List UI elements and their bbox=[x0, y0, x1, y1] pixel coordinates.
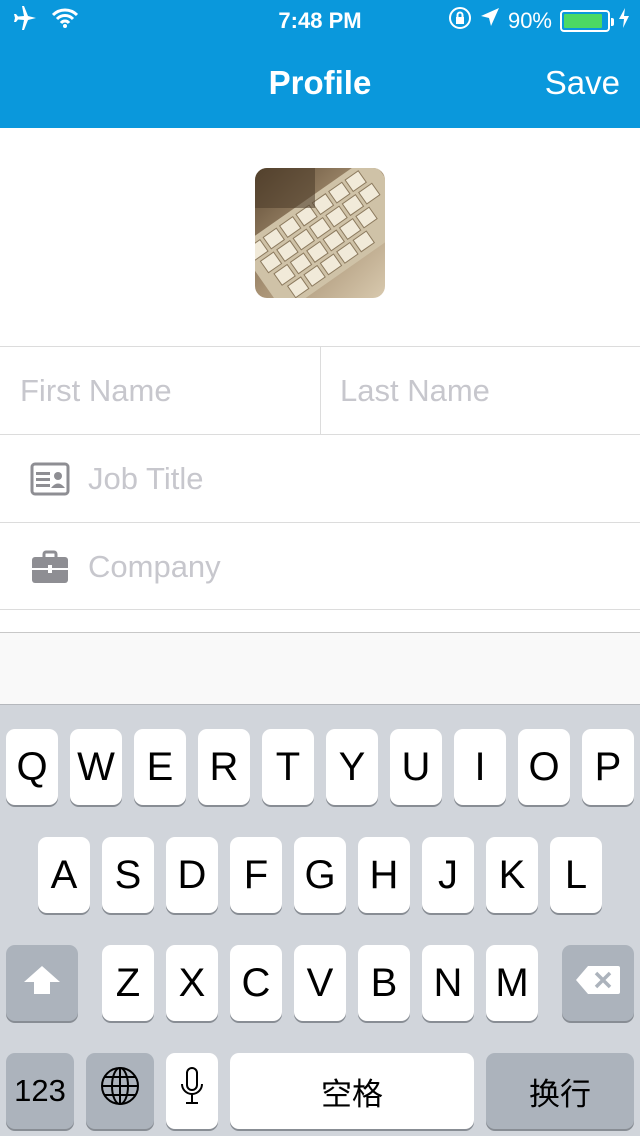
delete-key[interactable] bbox=[562, 945, 634, 1021]
name-row bbox=[0, 346, 640, 435]
keyboard: Q W E R T Y U I O P A S D F G H J K L Z … bbox=[0, 704, 640, 1136]
first-name-field[interactable] bbox=[20, 347, 310, 435]
last-name-field[interactable] bbox=[340, 347, 630, 435]
key-q[interactable]: Q bbox=[6, 729, 58, 805]
company-row bbox=[0, 522, 640, 611]
location-icon bbox=[480, 7, 500, 35]
shift-icon bbox=[22, 961, 62, 1006]
navigation-bar: 7:48 PM 90% Profile Save bbox=[0, 0, 640, 128]
key-f[interactable]: F bbox=[230, 837, 282, 913]
key-m[interactable]: M bbox=[486, 945, 538, 1021]
key-r[interactable]: R bbox=[198, 729, 250, 805]
id-card-icon bbox=[30, 461, 70, 497]
briefcase-icon bbox=[30, 549, 70, 585]
key-n[interactable]: N bbox=[422, 945, 474, 1021]
save-button[interactable]: Save bbox=[545, 64, 620, 102]
globe-icon bbox=[100, 1066, 140, 1116]
backspace-icon bbox=[574, 961, 622, 1006]
key-y[interactable]: Y bbox=[326, 729, 378, 805]
key-d[interactable]: D bbox=[166, 837, 218, 913]
return-key[interactable]: 换行 bbox=[486, 1053, 634, 1129]
numbers-key[interactable]: 123 bbox=[6, 1053, 74, 1129]
shift-key[interactable] bbox=[6, 945, 78, 1021]
company-field[interactable] bbox=[88, 523, 618, 611]
key-s[interactable]: S bbox=[102, 837, 154, 913]
microphone-icon bbox=[179, 1066, 205, 1116]
charging-icon bbox=[618, 7, 630, 35]
key-b[interactable]: B bbox=[358, 945, 410, 1021]
key-v[interactable]: V bbox=[294, 945, 346, 1021]
key-p[interactable]: P bbox=[582, 729, 634, 805]
form-footer bbox=[0, 632, 640, 704]
key-g[interactable]: G bbox=[294, 837, 346, 913]
battery-percent: 90% bbox=[507, 8, 552, 33]
key-a[interactable]: A bbox=[38, 837, 90, 913]
key-t[interactable]: T bbox=[262, 729, 314, 805]
job-title-field[interactable] bbox=[88, 435, 618, 523]
key-u[interactable]: U bbox=[390, 729, 442, 805]
divider bbox=[320, 347, 321, 435]
key-j[interactable]: J bbox=[422, 837, 474, 913]
key-h[interactable]: H bbox=[358, 837, 410, 913]
profile-photo[interactable] bbox=[255, 168, 385, 298]
key-i[interactable]: I bbox=[454, 729, 506, 805]
key-k[interactable]: K bbox=[486, 837, 538, 913]
key-l[interactable]: L bbox=[550, 837, 602, 913]
job-title-row bbox=[0, 434, 640, 523]
status-bar: 7:48 PM 90% bbox=[0, 0, 640, 40]
battery-icon bbox=[560, 10, 614, 32]
orientation-lock-icon bbox=[448, 6, 472, 36]
globe-key[interactable] bbox=[86, 1053, 154, 1129]
key-x[interactable]: X bbox=[166, 945, 218, 1021]
dictation-key[interactable] bbox=[166, 1053, 218, 1129]
key-z[interactable]: Z bbox=[102, 945, 154, 1021]
key-e[interactable]: E bbox=[134, 729, 186, 805]
key-w[interactable]: W bbox=[70, 729, 122, 805]
space-key[interactable]: 空格 bbox=[230, 1053, 474, 1129]
key-c[interactable]: C bbox=[230, 945, 282, 1021]
key-o[interactable]: O bbox=[518, 729, 570, 805]
